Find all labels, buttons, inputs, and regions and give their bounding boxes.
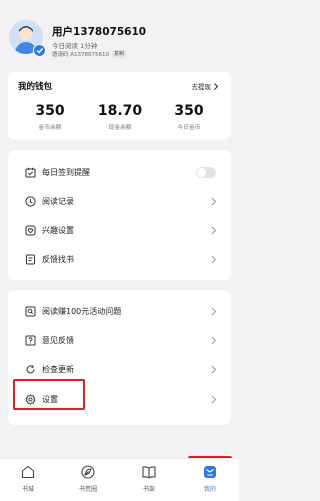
tab-bookshelf[interactable]: 书架 — [125, 459, 173, 501]
search-card-icon — [25, 306, 36, 317]
menu-item-label: 反馈找书 — [42, 254, 74, 264]
username: 用户1378075610 — [52, 26, 147, 38]
chevron-right-icon — [214, 82, 219, 90]
checkin-reminder-toggle[interactable] — [196, 166, 216, 178]
invite-code: 邀请码 A1378075610 — [52, 52, 110, 58]
book-icon — [141, 464, 157, 480]
calendar-check-icon — [25, 167, 36, 178]
copy-button[interactable]: 复制 — [112, 50, 127, 58]
menu-item-label: 每日签到提醒 — [42, 167, 90, 177]
menu-item-label: 阅读赚100元活动问题 — [42, 306, 122, 316]
menu-item-reading-history[interactable]: 阅读记录 — [8, 187, 231, 215]
gear-icon — [25, 393, 36, 405]
leaf-icon — [80, 464, 96, 480]
menu-item-label: 意见反馈 — [42, 335, 74, 345]
reading-time: 今日阅读 1分钟 — [52, 42, 98, 50]
chevron-right-icon — [210, 395, 217, 404]
stat-value: 350 — [35, 103, 65, 119]
profile-face-icon — [202, 464, 218, 480]
invite-code-row: 邀请码 A1378075610 复制 — [52, 50, 127, 58]
home-icon — [20, 464, 36, 480]
document-icon — [25, 254, 36, 265]
stat-label: 现金余额 — [108, 125, 132, 131]
wallet-card: 我的钱包 去提现 350 金币余额 18.70 现金余额 350 今日金币 — [8, 72, 231, 140]
tab-label: 书城 — [21, 486, 34, 493]
chevron-right-icon — [210, 336, 217, 345]
bottom-tab-bar: 书城 书荒圈 书架 我的 — [0, 458, 239, 501]
menu-item-label: 阅读记录 — [42, 196, 74, 206]
tab-my[interactable]: 我的 — [186, 459, 234, 501]
cash-balance-stat[interactable]: 18.70 现金余额 — [85, 103, 155, 131]
coin-balance-stat[interactable]: 350 金币余额 — [15, 103, 85, 131]
menu-item-settings[interactable]: 设置 — [8, 385, 231, 413]
stat-value: 18.70 — [97, 103, 143, 119]
chevron-right-icon — [210, 307, 217, 316]
tab-bookstore[interactable]: 书城 — [4, 459, 52, 501]
clock-icon — [25, 195, 36, 207]
profile-header: 用户1378075610 今日阅读 1分钟 邀请码 A1378075610 复制 — [0, 0, 239, 72]
tab-label: 书架 — [142, 486, 155, 493]
withdraw-label: 去提现 — [191, 83, 212, 91]
stat-label: 今日金币 — [177, 125, 201, 131]
tab-book-circle[interactable]: 书荒圈 — [64, 459, 112, 501]
tab-label: 我的 — [203, 486, 216, 493]
today-coins-stat[interactable]: 350 今日金币 — [154, 103, 224, 131]
menu-item-check-update[interactable]: 检查更新 — [8, 355, 231, 383]
tab-label: 书荒圈 — [78, 486, 97, 493]
chevron-right-icon — [210, 255, 217, 264]
menu-item-feedback[interactable]: 意见反馈 — [8, 326, 231, 354]
menu-group-2: 阅读赚100元活动问题 意见反馈 检查更新 设置 — [8, 290, 231, 425]
refresh-icon — [25, 364, 36, 375]
wallet-title: 我的钱包 — [18, 82, 53, 92]
menu-item-activity-questions[interactable]: 阅读赚100元活动问题 — [8, 297, 231, 325]
verified-badge-icon — [33, 44, 46, 57]
menu-item-label: 兴趣设置 — [42, 225, 74, 235]
menu-item-interest-settings[interactable]: 兴趣设置 — [8, 216, 231, 244]
menu-item-label: 检查更新 — [42, 364, 74, 374]
stat-label: 金币余额 — [38, 125, 62, 131]
stat-value: 350 — [174, 103, 204, 119]
withdraw-link[interactable]: 去提现 — [192, 81, 220, 91]
menu-group-1: 每日签到提醒 阅读记录 兴趣设置 反馈找书 — [8, 150, 231, 280]
menu-item-label: 设置 — [42, 394, 58, 404]
menu-item-checkin-reminder[interactable]: 每日签到提醒 — [8, 158, 231, 186]
menu-item-feedback-find-book[interactable]: 反馈找书 — [8, 245, 231, 273]
chevron-right-icon — [210, 197, 217, 206]
heart-shield-icon — [25, 225, 36, 236]
question-icon — [25, 335, 36, 346]
chevron-right-icon — [210, 226, 217, 235]
chevron-right-icon — [210, 365, 217, 374]
